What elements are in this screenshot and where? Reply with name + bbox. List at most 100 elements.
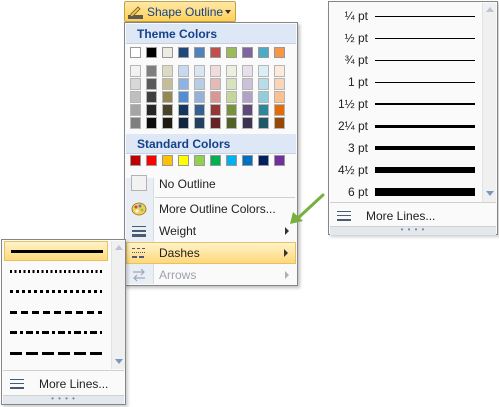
- theme-shade-swatch[interactable]: [242, 78, 253, 90]
- theme-shade-swatch[interactable]: [194, 91, 205, 103]
- standard-color-swatch[interactable]: [210, 155, 221, 166]
- standard-color-swatch[interactable]: [258, 155, 269, 166]
- theme-color-swatch[interactable]: [178, 47, 189, 58]
- theme-shade-swatch[interactable]: [178, 104, 189, 116]
- theme-color-swatch[interactable]: [258, 47, 269, 58]
- theme-shade-swatch[interactable]: [130, 104, 141, 116]
- weight-option[interactable]: ½ pt: [330, 27, 480, 49]
- theme-shade-swatch[interactable]: [194, 117, 205, 129]
- theme-color-swatch[interactable]: [162, 47, 173, 58]
- standard-color-swatch[interactable]: [226, 155, 237, 166]
- dashes-item[interactable]: Dashes: [126, 242, 296, 264]
- weight-option[interactable]: 6 pt: [330, 181, 480, 203]
- theme-shade-swatch[interactable]: [162, 78, 173, 90]
- weight-option[interactable]: 2¼ pt: [330, 115, 480, 137]
- theme-shade-swatch[interactable]: [178, 65, 189, 77]
- arrows-item[interactable]: Arrows: [126, 264, 296, 286]
- scroll-up-icon[interactable]: [115, 245, 123, 250]
- theme-shade-swatch[interactable]: [242, 91, 253, 103]
- shape-outline-button[interactable]: Shape Outline: [124, 1, 236, 22]
- theme-shade-swatch[interactable]: [162, 104, 173, 116]
- theme-shade-swatch[interactable]: [274, 117, 285, 129]
- theme-shade-swatch[interactable]: [194, 104, 205, 116]
- weight-option[interactable]: 4½ pt: [330, 159, 480, 181]
- dash-style-dash-dot[interactable]: [4, 323, 108, 343]
- theme-shade-swatch[interactable]: [178, 117, 189, 129]
- theme-shade-swatch[interactable]: [146, 78, 157, 90]
- theme-shade-swatch[interactable]: [226, 104, 237, 116]
- weight-option[interactable]: 1 pt: [330, 71, 480, 93]
- theme-shade-swatch[interactable]: [226, 117, 237, 129]
- theme-shade-swatch[interactable]: [130, 78, 141, 90]
- chevron-down-icon[interactable]: [225, 10, 231, 14]
- scroll-up-icon[interactable]: [486, 7, 494, 12]
- more-outline-colors-item[interactable]: More Outline Colors...: [126, 198, 296, 220]
- standard-color-swatch[interactable]: [194, 155, 205, 166]
- theme-shade-swatch[interactable]: [130, 117, 141, 129]
- theme-color-swatch[interactable]: [274, 47, 285, 58]
- theme-shade-swatch[interactable]: [210, 91, 221, 103]
- resize-grip[interactable]: • • • •: [330, 226, 496, 235]
- dashes-more-lines-item[interactable]: More Lines...: [3, 370, 124, 397]
- standard-color-swatch[interactable]: [146, 155, 157, 166]
- dashes-scrollbar[interactable]: [111, 241, 125, 369]
- weight-scrollbar[interactable]: [482, 3, 496, 202]
- theme-color-swatch[interactable]: [194, 47, 205, 58]
- weight-option[interactable]: 1½ pt: [330, 93, 480, 115]
- theme-shade-swatch[interactable]: [130, 91, 141, 103]
- theme-shade-swatch[interactable]: [146, 91, 157, 103]
- weight-item[interactable]: Weight: [126, 220, 296, 242]
- theme-shade-swatch[interactable]: [258, 78, 269, 90]
- theme-shade-swatch[interactable]: [178, 78, 189, 90]
- resize-grip[interactable]: • • • •: [3, 395, 124, 404]
- theme-shade-swatch[interactable]: [210, 65, 221, 77]
- theme-shade-swatch[interactable]: [210, 117, 221, 129]
- weight-option[interactable]: ¼ pt: [330, 5, 480, 27]
- theme-shade-swatch[interactable]: [258, 65, 269, 77]
- theme-shade-swatch[interactable]: [162, 65, 173, 77]
- theme-shade-swatch[interactable]: [274, 65, 285, 77]
- theme-shade-swatch[interactable]: [258, 117, 269, 129]
- theme-shade-swatch[interactable]: [242, 104, 253, 116]
- standard-color-swatch[interactable]: [130, 155, 141, 166]
- theme-shade-swatch[interactable]: [210, 104, 221, 116]
- theme-shade-swatch[interactable]: [274, 91, 285, 103]
- theme-shade-swatch[interactable]: [274, 78, 285, 90]
- dash-style-dash[interactable]: [4, 303, 108, 323]
- theme-color-swatch[interactable]: [130, 47, 141, 58]
- theme-shade-swatch[interactable]: [274, 104, 285, 116]
- standard-color-swatch[interactable]: [242, 155, 253, 166]
- theme-shade-swatch[interactable]: [146, 104, 157, 116]
- theme-shade-swatch[interactable]: [258, 91, 269, 103]
- weight-option[interactable]: 3 pt: [330, 137, 480, 159]
- theme-shade-swatch[interactable]: [146, 65, 157, 77]
- theme-color-swatch[interactable]: [210, 47, 221, 58]
- theme-shade-swatch[interactable]: [194, 65, 205, 77]
- theme-color-swatch[interactable]: [226, 47, 237, 58]
- theme-shade-swatch[interactable]: [226, 65, 237, 77]
- standard-color-swatch[interactable]: [274, 155, 285, 166]
- theme-color-swatch[interactable]: [146, 47, 157, 58]
- theme-shade-swatch[interactable]: [162, 91, 173, 103]
- theme-shade-swatch[interactable]: [210, 78, 221, 90]
- dash-style-long-dash[interactable]: [4, 344, 108, 364]
- standard-color-swatch[interactable]: [178, 155, 189, 166]
- theme-shade-swatch[interactable]: [130, 65, 141, 77]
- theme-shade-swatch[interactable]: [226, 78, 237, 90]
- scroll-down-icon[interactable]: [486, 191, 494, 196]
- theme-shade-swatch[interactable]: [178, 91, 189, 103]
- scroll-down-icon[interactable]: [115, 359, 123, 364]
- no-outline-item[interactable]: No Outline: [126, 173, 296, 195]
- theme-shade-swatch[interactable]: [242, 117, 253, 129]
- dash-style-round-dot[interactable]: [4, 262, 108, 282]
- theme-shade-swatch[interactable]: [258, 104, 269, 116]
- theme-shade-swatch[interactable]: [242, 65, 253, 77]
- theme-shade-swatch[interactable]: [146, 117, 157, 129]
- standard-color-swatch[interactable]: [162, 155, 173, 166]
- weight-option[interactable]: ¾ pt: [330, 49, 480, 71]
- theme-shade-swatch[interactable]: [162, 117, 173, 129]
- dash-style-square-dot[interactable]: [4, 282, 108, 302]
- dash-style-solid[interactable]: [4, 241, 108, 261]
- theme-color-swatch[interactable]: [242, 47, 253, 58]
- theme-shade-swatch[interactable]: [226, 91, 237, 103]
